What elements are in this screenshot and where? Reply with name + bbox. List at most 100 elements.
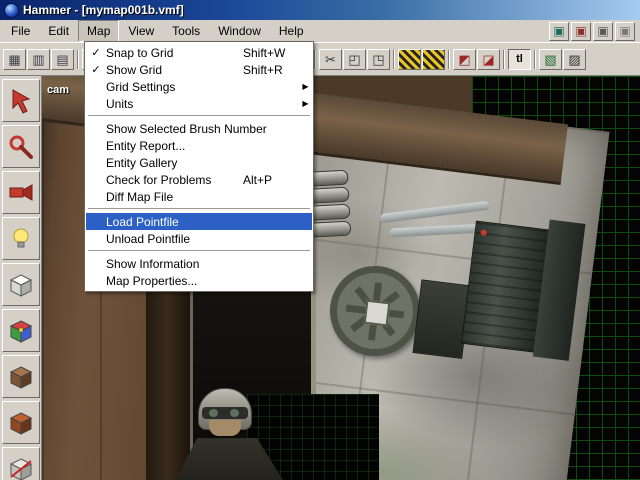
- menu-separator: [88, 208, 310, 210]
- valve-hub: [364, 300, 391, 327]
- menu-item-label: Show Information: [106, 257, 243, 271]
- menu-item-label: Entity Gallery: [106, 156, 243, 170]
- menu-item-label: Map Properties...: [106, 274, 243, 288]
- menu-window[interactable]: Window: [209, 20, 270, 42]
- menu-bar: File Edit Map View Tools Window Help ▣ ▣…: [0, 20, 640, 42]
- menu-item-map-properties[interactable]: Map Properties...: [86, 272, 312, 289]
- menu-item-snap-to-grid[interactable]: ✓ Snap to Grid Shift+W: [86, 44, 312, 61]
- grid-smaller-button[interactable]: ▥: [27, 49, 50, 70]
- camera-tool-button[interactable]: [2, 171, 40, 214]
- titlebar[interactable]: Hammer - [mymap001b.vmf]: [0, 0, 640, 20]
- menubar-icon-cluster: ▣ ▣ ▣ ▣: [549, 22, 640, 41]
- menu-item-show-grid[interactable]: ✓ Show Grid Shift+R: [86, 61, 312, 78]
- menu-item-units[interactable]: Units ▶: [86, 95, 312, 112]
- grid-larger-button[interactable]: ▤: [51, 49, 74, 70]
- toolbar-separator: [503, 50, 505, 69]
- texture-lock-button[interactable]: tl: [508, 49, 531, 70]
- menu-item-entity-report[interactable]: Entity Report...: [86, 137, 312, 154]
- menu-item-check-for-problems[interactable]: Check for Problems Alt+P: [86, 171, 312, 188]
- magnifier-icon: [8, 134, 34, 160]
- camera-viewport-label: cam: [47, 84, 69, 96]
- menu-map[interactable]: Map: [78, 20, 119, 42]
- menu-view[interactable]: View: [119, 20, 163, 42]
- select-inside-button[interactable]: ◪: [477, 49, 500, 70]
- toggle-grid-button[interactable]: ▦: [3, 49, 26, 70]
- menu-item-label: Load Pointfile: [106, 215, 243, 229]
- menu-item-label: Snap to Grid: [106, 46, 243, 60]
- clipping-tool-button[interactable]: [2, 447, 40, 480]
- toolbar-separator: [393, 50, 395, 69]
- menu-item-grid-settings[interactable]: Grid Settings ▶: [86, 78, 312, 95]
- soldier-torso: [162, 434, 292, 480]
- toolbar-separator: [448, 50, 450, 69]
- overlay-tool-button[interactable]: [2, 401, 40, 444]
- soldier-goggles: [202, 407, 248, 419]
- cordon-edit-button[interactable]: [398, 49, 421, 70]
- menu-item-load-pointfile[interactable]: Load Pointfile: [86, 213, 312, 230]
- toolbar-separator: [314, 50, 316, 69]
- menu-help[interactable]: Help: [270, 20, 313, 42]
- cube-gray-icon[interactable]: ▣: [593, 22, 613, 41]
- menu-tools[interactable]: Tools: [163, 20, 209, 42]
- toolbar-separator: [534, 50, 536, 69]
- window-title: Hammer - [mymap001b.vmf]: [23, 3, 184, 17]
- hammer-editor-window: Hammer - [mymap001b.vmf] File Edit Map V…: [0, 0, 640, 480]
- machine-cabinet-small: [412, 279, 471, 359]
- paste-button[interactable]: ◳: [367, 49, 390, 70]
- menu-item-diff-map-file[interactable]: Diff Map File: [86, 188, 312, 205]
- rainbow-cube-icon: [8, 318, 34, 344]
- menu-item-label: Entity Report...: [106, 139, 243, 153]
- menu-item-unload-pointfile[interactable]: Unload Pointfile: [86, 230, 312, 247]
- menu-item-label: Diff Map File: [106, 190, 243, 204]
- menu-edit[interactable]: Edit: [39, 20, 78, 42]
- menu-item-show-selected-brush-number[interactable]: Show Selected Brush Number: [86, 120, 312, 137]
- clip-cube-icon: [8, 456, 34, 480]
- block-tool-button[interactable]: [2, 263, 40, 306]
- brown-cube-icon: [8, 364, 34, 390]
- menu-item-label: Grid Settings: [106, 80, 243, 94]
- soldier-model: [162, 388, 292, 480]
- menu-separator: [88, 115, 310, 117]
- submenu-arrow-icon: ▶: [299, 82, 312, 91]
- goggle-lens: [230, 409, 239, 417]
- menu-item-label: Check for Problems: [106, 173, 243, 187]
- menu-item-shortcut: Shift+W: [243, 46, 299, 60]
- copy-button[interactable]: ◰: [343, 49, 366, 70]
- menu-file[interactable]: File: [2, 20, 39, 42]
- selection-arrow-icon: [8, 88, 34, 114]
- map-menu-popup: ✓ Snap to Grid Shift+W ✓ Show Grid Shift…: [84, 41, 314, 292]
- menu-item-label: Show Selected Brush Number: [106, 122, 267, 136]
- lightbulb-icon: [8, 226, 34, 252]
- tool-palette: [0, 76, 42, 480]
- cordon-toggle-button[interactable]: [422, 49, 445, 70]
- orange-cube-icon: [8, 410, 34, 436]
- submenu-arrow-icon: ▶: [299, 99, 312, 108]
- menu-item-label: Unload Pointfile: [106, 232, 243, 246]
- texture-application-tool-button[interactable]: [2, 309, 40, 352]
- goggle-lens: [209, 409, 218, 417]
- hammer-app-icon: [4, 3, 19, 18]
- texture-application-button[interactable]: ▧: [539, 49, 562, 70]
- select-touching-button[interactable]: ◩: [453, 49, 476, 70]
- entity-tool-button[interactable]: [2, 217, 40, 260]
- checkmark-icon: ✓: [86, 46, 106, 59]
- menu-item-entity-gallery[interactable]: Entity Gallery: [86, 154, 312, 171]
- menu-item-label: Show Grid: [106, 63, 243, 77]
- magnify-tool-button[interactable]: [2, 125, 40, 168]
- camera-icon: [8, 180, 34, 206]
- menu-item-show-information[interactable]: Show Information: [86, 255, 312, 272]
- cut-button[interactable]: ✂: [319, 49, 342, 70]
- menu-item-shortcut: Shift+R: [243, 63, 299, 77]
- menu-item-shortcut: Alt+P: [243, 173, 299, 187]
- displacement-mask-button[interactable]: ▨: [563, 49, 586, 70]
- menu-item-label: Units: [106, 97, 243, 111]
- cube-teal-icon[interactable]: ▣: [549, 22, 569, 41]
- toolbar-separator: [77, 50, 79, 69]
- decal-tool-button[interactable]: [2, 355, 40, 398]
- checkmark-icon: ✓: [86, 63, 106, 76]
- menu-separator: [88, 250, 310, 252]
- cube-red-icon[interactable]: ▣: [571, 22, 591, 41]
- cube-dark-icon[interactable]: ▣: [615, 22, 635, 41]
- selection-tool-button[interactable]: [2, 79, 40, 122]
- white-cube-icon: [8, 272, 34, 298]
